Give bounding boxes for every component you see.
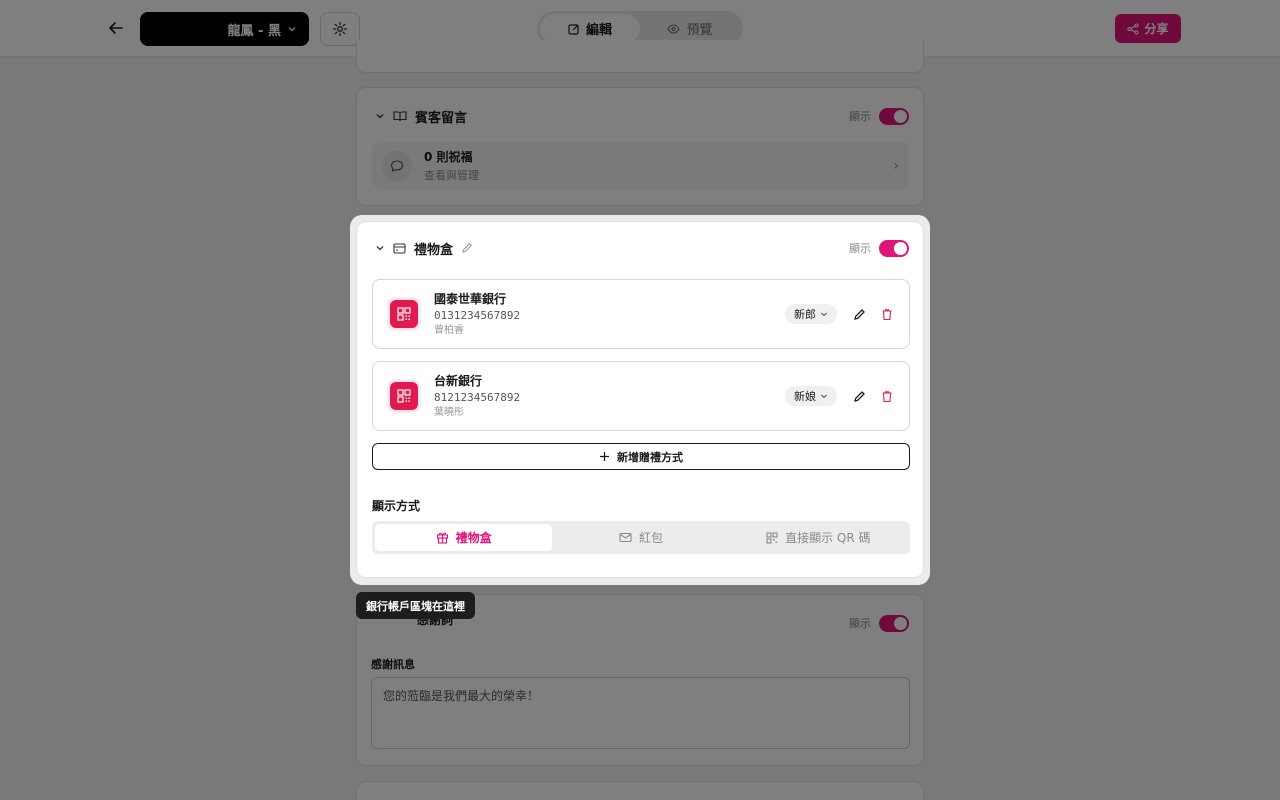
- pencil-icon: [853, 308, 865, 320]
- display-option-label: 直接顯示 QR 碼: [785, 531, 871, 545]
- bank-holder: 葉曉彤: [434, 407, 464, 418]
- gift-icon: [436, 532, 448, 544]
- plus-icon: [600, 452, 609, 461]
- chevron-down-icon: [821, 394, 827, 399]
- gift-box-section: 禮物盒 顯示 國泰世華銀行 0131234567892 曾柏睿 新郎 台新銀行 …: [356, 221, 924, 578]
- gift-show-toggle[interactable]: [879, 239, 909, 257]
- bank-account-number: 0131234567892: [434, 309, 521, 322]
- chevron-down-icon: [821, 312, 827, 317]
- card-icon: [393, 242, 406, 254]
- edit-bank-button[interactable]: [851, 306, 867, 322]
- gift-header: 禮物盒 顯示: [375, 236, 909, 260]
- bank-account-item: 國泰世華銀行 0131234567892 曾柏睿 新郎: [372, 279, 910, 349]
- display-mode-title: 顯示方式: [372, 499, 421, 513]
- qr-code-icon: [387, 297, 421, 331]
- display-option-red-envelope[interactable]: 紅包: [552, 524, 729, 551]
- role-select[interactable]: 新郎: [785, 304, 837, 324]
- bank-name: 國泰世華銀行: [434, 292, 507, 306]
- chevron-down-icon[interactable]: [375, 243, 385, 253]
- display-option-qr-code[interactable]: 直接顯示 QR 碼: [730, 524, 907, 551]
- display-mode-selector: 禮物盒 紅包 直接顯示 QR 碼: [372, 521, 910, 554]
- display-option-label: 禮物盒: [455, 531, 492, 545]
- envelope-icon: [619, 532, 632, 543]
- pencil-icon: [853, 390, 865, 402]
- delete-bank-button[interactable]: [879, 388, 895, 404]
- gift-title: 禮物盒: [414, 242, 454, 258]
- display-option-gift-box[interactable]: 禮物盒: [375, 524, 553, 551]
- edit-bank-button[interactable]: [851, 388, 867, 404]
- delete-bank-button[interactable]: [879, 306, 895, 322]
- display-option-label: 紅包: [638, 531, 663, 545]
- bank-account-item: 台新銀行 8121234567892 葉曉彤 新娘: [372, 361, 910, 431]
- qr-code-icon: [766, 531, 778, 544]
- add-gift-method-label: 新增贈禮方式: [617, 450, 683, 464]
- role-select[interactable]: 新娘: [785, 386, 837, 406]
- role-value: 新郎: [794, 308, 816, 321]
- trash-icon: [882, 390, 892, 402]
- bank-holder: 曾柏睿: [434, 325, 464, 336]
- gift-show-label: 顯示: [849, 242, 871, 255]
- onboarding-tooltip: 銀行帳戶區塊在這裡: [356, 592, 475, 619]
- qr-code-icon: [387, 379, 421, 413]
- pencil-icon[interactable]: [461, 242, 473, 254]
- role-value: 新娘: [794, 390, 816, 403]
- add-gift-method-button[interactable]: 新增贈禮方式: [372, 443, 910, 470]
- trash-icon: [882, 308, 892, 320]
- bank-account-number: 8121234567892: [434, 391, 521, 404]
- bank-name: 台新銀行: [434, 374, 483, 388]
